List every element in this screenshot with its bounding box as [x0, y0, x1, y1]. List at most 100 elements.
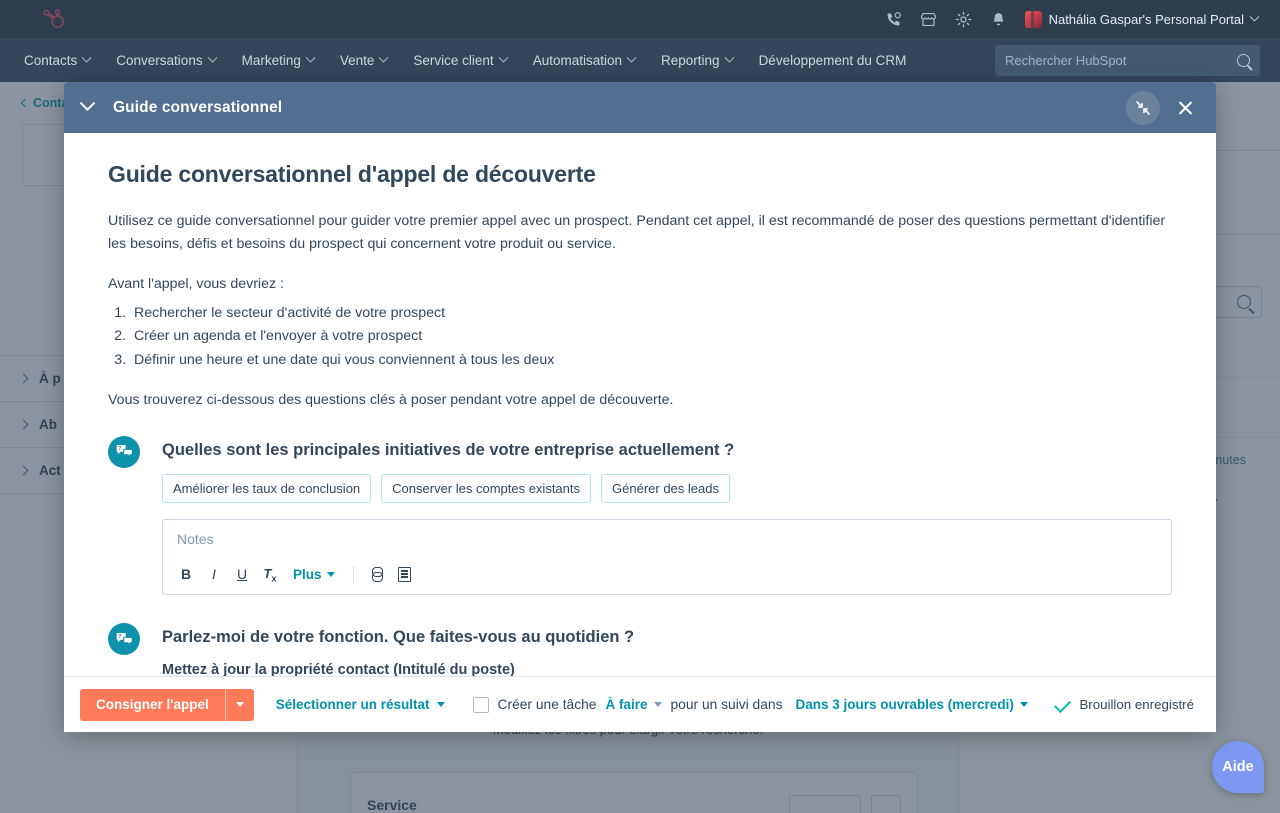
answer-chips-1: Améliorer les taux de conclusion Conserv…	[162, 474, 1172, 503]
playbook-intro: Utilisez ce guide conversationnel pour g…	[108, 210, 1172, 256]
nav-label: Développement du CRM	[759, 53, 907, 68]
help-label: Aide	[1222, 759, 1253, 775]
create-task-checkbox[interactable]	[473, 697, 489, 713]
check-icon	[1054, 696, 1071, 713]
marketplace-icon[interactable]	[920, 11, 937, 28]
screen: Contacts Le c D Note À p	[0, 0, 1280, 813]
clear-format-sub: x	[271, 573, 276, 583]
gear-icon[interactable]	[955, 11, 972, 28]
modal-body: Guide conversationnel d'appel de découve…	[64, 133, 1216, 676]
caret-down-icon	[437, 702, 445, 707]
caret-down-icon	[654, 702, 662, 707]
question-text-1: Quelles sont les principales initiatives…	[162, 436, 1172, 461]
draft-status: Brouillon enregistré	[1055, 697, 1194, 712]
search-placeholder: Rechercher HubSpot	[1005, 53, 1237, 68]
playbook-outro: Vous trouverez ci-dessous des questions …	[108, 392, 1172, 408]
chevron-down-icon	[207, 52, 217, 62]
global-search-input[interactable]: Rechercher HubSpot	[995, 45, 1260, 76]
more-options-label: Plus	[293, 567, 322, 582]
hubspot-sprocket-logo[interactable]	[42, 7, 66, 31]
nav-item-contacts[interactable]: Contacts	[24, 53, 90, 68]
modal-footer: Consigner l'appel Sélectionner un résult…	[64, 676, 1216, 732]
task-type-dropdown[interactable]: À faire	[605, 697, 661, 712]
nav-item-crm-development[interactable]: Développement du CRM	[759, 53, 907, 68]
nav-item-vente[interactable]: Vente	[340, 53, 388, 68]
nav-item-conversations[interactable]: Conversations	[116, 53, 215, 68]
italic-button[interactable]: I	[201, 562, 227, 586]
chevron-down-icon	[724, 52, 734, 62]
chevron-down-icon	[627, 52, 637, 62]
utility-icons: Nathália Gaspar's Personal Portal	[885, 11, 1280, 28]
select-outcome-dropdown[interactable]: Sélectionner un résultat	[276, 697, 445, 712]
toolbar-divider	[353, 566, 354, 583]
question-block-2: ? Parlez-moi de votre fonction. Que fait…	[108, 623, 1172, 676]
minimize-button[interactable]	[1126, 91, 1160, 125]
question-text-2: Parlez-moi de votre fonction. Que faites…	[162, 623, 1172, 648]
caret-down-icon	[327, 572, 335, 577]
link-icon	[372, 567, 381, 582]
more-options-button[interactable]: Plus	[285, 567, 343, 582]
nav-label: Vente	[340, 53, 375, 68]
nav-item-reporting[interactable]: Reporting	[661, 53, 733, 68]
nav-label: Conversations	[116, 53, 202, 68]
close-icon	[1177, 99, 1194, 116]
nav-label: Marketing	[242, 53, 301, 68]
svg-text:?: ?	[117, 634, 121, 640]
portal-switcher[interactable]: Nathália Gaspar's Personal Portal	[1025, 11, 1258, 28]
draft-status-label: Brouillon enregistré	[1079, 697, 1194, 712]
answer-chip[interactable]: Améliorer les taux de conclusion	[162, 474, 371, 503]
underline-button[interactable]: U	[229, 562, 255, 586]
task-due-dropdown[interactable]: Dans 3 jours ouvrables (mercredi)	[795, 697, 1027, 712]
snippet-icon	[398, 567, 411, 582]
bell-icon[interactable]	[990, 11, 1007, 28]
before-call-label: Avant l'appel, vous devriez :	[108, 276, 1172, 292]
phone-call-icon[interactable]	[885, 11, 902, 28]
question-chat-glyph: ?	[115, 442, 134, 461]
bold-button[interactable]: B	[173, 562, 199, 586]
nav-label: Automatisation	[533, 53, 622, 68]
caret-down-icon	[1020, 702, 1028, 707]
top-utility-bar: Nathália Gaspar's Personal Portal	[0, 0, 1280, 38]
before-call-steps: Rechercher le secteur d'activité de votr…	[130, 302, 1172, 372]
nav-item-service-client[interactable]: Service client	[413, 53, 506, 68]
question-chat-glyph: ?	[115, 630, 134, 649]
task-due-label: Dans 3 jours ouvrables (mercredi)	[795, 697, 1013, 712]
search-icon	[1237, 54, 1250, 67]
notes-editor-1[interactable]: Notes B I U Tx Plus	[162, 519, 1172, 595]
chevron-down-icon	[305, 52, 315, 62]
portal-name: Nathália Gaspar's Personal Portal	[1049, 12, 1244, 27]
clear-format-button[interactable]: Tx	[257, 562, 283, 586]
nav-item-marketing[interactable]: Marketing	[242, 53, 314, 68]
playbook-modal: Guide conversationnel Guide conversation…	[64, 82, 1216, 732]
playbook-title: Guide conversationnel d'appel de découve…	[108, 161, 1172, 188]
close-button[interactable]	[1168, 91, 1202, 125]
collapse-arrows-icon	[1135, 100, 1151, 116]
help-button[interactable]: Aide	[1212, 741, 1264, 793]
answer-chip[interactable]: Générer des leads	[601, 474, 730, 503]
step-item: Définir une heure et une date qui vous c…	[130, 349, 1172, 372]
modal-header-actions	[1126, 91, 1202, 125]
insert-link-button[interactable]	[364, 562, 390, 586]
select-outcome-label: Sélectionner un résultat	[276, 697, 430, 712]
create-task-prefix: Créer une tâche	[498, 697, 597, 712]
question-chat-icon: ?	[108, 436, 140, 468]
nav-label: Contacts	[24, 53, 77, 68]
chevron-down-icon	[1250, 11, 1260, 21]
notes-placeholder: Notes	[163, 520, 1171, 547]
question-chat-icon: ?	[108, 623, 140, 655]
portal-avatar	[1025, 11, 1042, 28]
modal-title: Guide conversationnel	[113, 99, 282, 117]
caret-down-icon	[236, 702, 244, 707]
nav-item-automatisation[interactable]: Automatisation	[533, 53, 635, 68]
chevron-down-icon[interactable]	[80, 95, 96, 111]
answer-chip[interactable]: Conserver les comptes existants	[381, 474, 591, 503]
insert-snippet-button[interactable]	[392, 562, 418, 586]
log-call-button[interactable]: Consigner l'appel	[80, 689, 225, 721]
main-nav: Contacts Conversations Marketing Vente S…	[0, 38, 1280, 82]
chevron-down-icon	[82, 52, 92, 62]
chevron-down-icon	[379, 52, 389, 62]
create-task-middle: pour un suivi dans	[671, 697, 783, 712]
svg-text:?: ?	[117, 447, 121, 453]
question-subtitle-2: Mettez à jour la propriété contact (Inti…	[162, 662, 1172, 676]
log-call-dropdown-button[interactable]	[225, 689, 254, 721]
